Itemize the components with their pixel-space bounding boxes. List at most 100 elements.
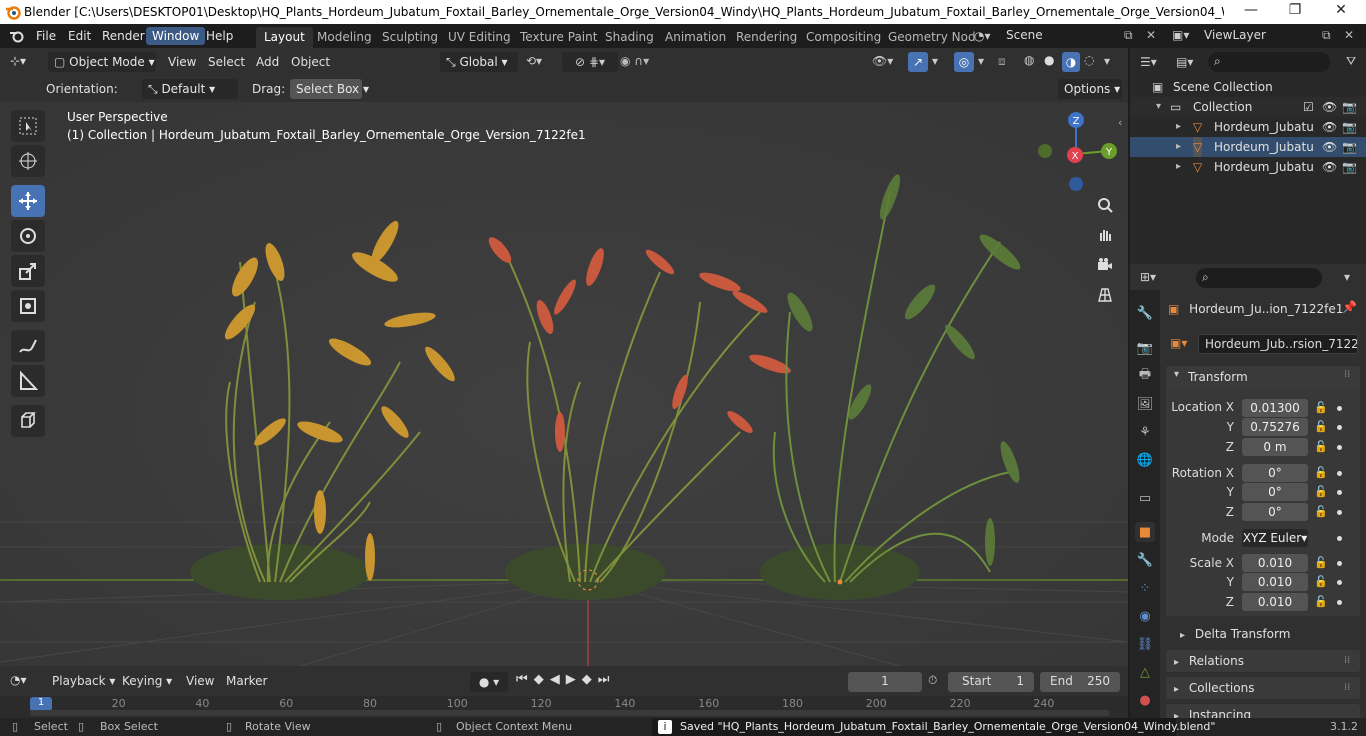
lock-icon[interactable]: 🔓: [1314, 440, 1328, 453]
menu-window[interactable]: Window: [146, 27, 206, 45]
play-reverse-icon[interactable]: ◀: [550, 672, 566, 687]
object-3-camera-icon[interactable]: 📷: [1342, 157, 1357, 177]
solid-shading-icon[interactable]: ●: [1044, 53, 1054, 67]
menu-edit[interactable]: Edit: [62, 27, 97, 45]
overlays-dropdown-icon[interactable]: ▾: [978, 54, 984, 68]
zoom-icon[interactable]: [1092, 192, 1118, 218]
outliner-row-object-2[interactable]: ▸ ▽ Hordeum_Jubatu 👁 📷: [1130, 137, 1366, 157]
data-tab-icon[interactable]: △: [1135, 662, 1155, 682]
menu-view[interactable]: View: [162, 52, 202, 72]
close-button[interactable]: ✕: [1318, 2, 1364, 22]
snap-toggle-icon[interactable]: ⊘ ⋕▾: [562, 52, 618, 72]
menu-add[interactable]: Add: [250, 52, 285, 72]
properties-options-icon[interactable]: ▾: [1344, 270, 1350, 284]
delete-scene-icon[interactable]: ✕: [1146, 28, 1156, 42]
tab-uv-editing[interactable]: UV Editing: [440, 27, 519, 48]
tab-geometry-nodes[interactable]: Geometry Nod: [880, 27, 984, 48]
menu-marker[interactable]: Marker: [220, 671, 273, 691]
menu-object[interactable]: Object: [285, 52, 336, 72]
new-scene-icon[interactable]: ⧉: [1124, 28, 1133, 43]
object-1-camera-icon[interactable]: 📷: [1342, 117, 1357, 137]
relations-panel-header[interactable]: ▸ Relations ⁞⁞: [1166, 650, 1360, 672]
gizmo-neg-z-icon[interactable]: [1069, 177, 1083, 191]
scene-tab-icon[interactable]: ⚘: [1135, 422, 1155, 442]
new-viewlayer-icon[interactable]: ⧉: [1322, 28, 1331, 43]
auto-keying-icon[interactable]: ● ▾: [470, 672, 508, 692]
orientation-dropdown[interactable]: ⤡ Default ▾: [142, 79, 238, 99]
play-icon[interactable]: ▶: [566, 672, 582, 687]
collection-tab-icon[interactable]: ▭: [1135, 488, 1155, 508]
material-preview-icon[interactable]: ◑: [1062, 52, 1080, 72]
outliner-row-object-1[interactable]: ▸ ▽ Hordeum_Jubatu 👁 📷: [1130, 117, 1366, 137]
navigation-gizmo[interactable]: Z Y X: [1030, 108, 1120, 194]
current-frame-field[interactable]: 1: [848, 672, 922, 692]
scene-selector[interactable]: Scene: [1000, 26, 1160, 46]
tab-sculpting[interactable]: Sculpting: [374, 27, 446, 48]
xray-toggle-icon[interactable]: ⧈: [998, 54, 1006, 69]
wireframe-shading-icon[interactable]: ◍: [1024, 53, 1034, 67]
jump-end-icon[interactable]: ⏭: [598, 672, 616, 687]
mode-selector[interactable]: ▢ Object Mode ▾: [48, 52, 156, 72]
object-2-camera-icon[interactable]: 📷: [1342, 137, 1357, 157]
modifiers-tab-icon[interactable]: 🔧: [1135, 550, 1155, 570]
perspective-grid-icon[interactable]: [1092, 282, 1118, 308]
location-y-field[interactable]: 0.75276: [1242, 418, 1308, 436]
menu-playback[interactable]: Playback ▾: [46, 671, 121, 691]
pivot-point-icon[interactable]: ⟲▾: [526, 54, 542, 68]
lock-icon[interactable]: 🔓: [1314, 595, 1328, 608]
world-tab-icon[interactable]: 🌐: [1135, 450, 1155, 470]
location-x-field[interactable]: 0.01300: [1242, 399, 1308, 417]
keyframe-dot-icon[interactable]: [1337, 580, 1342, 585]
visibility-icon[interactable]: 👁▾: [872, 54, 893, 68]
menu-help[interactable]: Help: [200, 27, 239, 45]
prev-keyframe-icon[interactable]: ◆: [534, 672, 550, 687]
expand-object-icon[interactable]: ▸: [1176, 137, 1181, 157]
object-3-eye-icon[interactable]: 👁: [1322, 157, 1337, 177]
select-box-tool[interactable]: [11, 110, 45, 142]
drag-dropdown[interactable]: Select Box ▾: [290, 79, 369, 99]
lock-icon[interactable]: 🔓: [1314, 420, 1328, 433]
viewlayer-icon[interactable]: ▣▾: [1172, 28, 1189, 42]
proportional-edit-icon[interactable]: ◉ ∩▾: [620, 54, 649, 68]
tab-rendering[interactable]: Rendering: [728, 27, 805, 48]
expand-object-icon[interactable]: ▸: [1176, 157, 1181, 177]
tab-shading[interactable]: Shading: [597, 27, 662, 48]
scene-icon[interactable]: ◔▾: [974, 29, 991, 43]
filter-icon[interactable]: ⛛: [1346, 54, 1356, 69]
outliner-editor-icon[interactable]: ☰▾: [1140, 55, 1157, 69]
outliner-row-collection[interactable]: ▾ ▭ Collection ☑ 👁 📷: [1130, 97, 1366, 117]
view-layer-tab-icon[interactable]: 🖼: [1135, 394, 1155, 414]
timeline-editor-icon[interactable]: ◔▾: [10, 673, 27, 687]
keyframe-dot-icon[interactable]: [1337, 510, 1342, 515]
rotation-mode-dropdown[interactable]: XYZ Euler▾: [1242, 529, 1308, 547]
transform-tool[interactable]: [11, 290, 45, 322]
editor-type-icon[interactable]: ⊹▾: [10, 54, 26, 68]
rotation-y-field[interactable]: 0°: [1242, 483, 1308, 501]
options-dropdown[interactable]: Options ▾: [1058, 79, 1122, 99]
tab-modeling[interactable]: Modeling: [309, 27, 380, 48]
render-tab-icon[interactable]: 📷: [1135, 338, 1155, 358]
keyframe-dot-icon[interactable]: [1337, 471, 1342, 476]
material-tab-icon[interactable]: ●: [1135, 690, 1155, 710]
scale-z-field[interactable]: 0.010: [1242, 593, 1308, 611]
physics-tab-icon[interactable]: ◉: [1135, 606, 1155, 626]
next-keyframe-icon[interactable]: ◆: [582, 672, 598, 687]
shading-dropdown-icon[interactable]: ▾: [1104, 54, 1110, 68]
rotation-z-field[interactable]: 0°: [1242, 503, 1308, 521]
maximize-button[interactable]: ❐: [1272, 2, 1318, 22]
collection-camera-icon[interactable]: 📷: [1342, 97, 1357, 117]
playback-controls[interactable]: ⏮◆◀▶◆⏭: [516, 672, 615, 687]
tab-animation[interactable]: Animation: [657, 27, 734, 48]
move-tool[interactable]: [11, 185, 45, 217]
collections-panel-header[interactable]: ▸ Collections ⁞⁞: [1166, 677, 1360, 699]
scale-x-field[interactable]: 0.010: [1242, 554, 1308, 572]
keyframe-dot-icon[interactable]: [1337, 561, 1342, 566]
keyframe-dot-icon[interactable]: [1337, 600, 1342, 605]
expand-object-icon[interactable]: ▸: [1176, 117, 1181, 137]
blender-menu-icon[interactable]: [8, 28, 26, 44]
particles-tab-icon[interactable]: ⁘: [1135, 578, 1155, 598]
lock-icon[interactable]: 🔓: [1314, 505, 1328, 518]
instancing-panel-header[interactable]: ▸ Instancing: [1166, 704, 1360, 718]
camera-view-icon[interactable]: [1092, 252, 1118, 278]
menu-keying[interactable]: Keying ▾: [116, 671, 178, 691]
